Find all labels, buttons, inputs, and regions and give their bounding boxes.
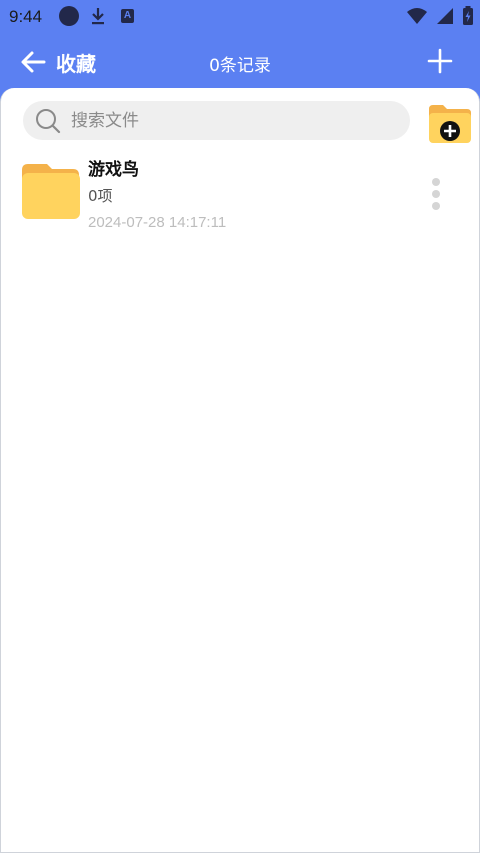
record-count: 0条记录 xyxy=(209,56,271,76)
wifi-icon xyxy=(406,7,428,29)
search-bar[interactable] xyxy=(23,101,410,140)
folder-icon xyxy=(22,164,80,219)
item-count: 0项 xyxy=(88,187,113,205)
status-bar: 9:44 A xyxy=(0,0,480,34)
app-bar: 收藏 0条记录 xyxy=(0,34,480,90)
more-vertical-icon xyxy=(432,178,440,186)
more-vertical-icon-dot xyxy=(432,202,440,210)
plus-icon xyxy=(427,48,453,74)
list-item[interactable]: 游戏鸟 0项 2024-07-28 14:17:11 xyxy=(1,152,480,238)
download-icon xyxy=(91,7,105,29)
folder-add-icon xyxy=(429,105,471,143)
status-time: 9:44 xyxy=(9,7,43,26)
translate-icon: A xyxy=(121,9,134,23)
signal-icon xyxy=(436,7,454,29)
search-input[interactable] xyxy=(71,101,391,140)
add-button[interactable] xyxy=(426,47,454,75)
new-folder-button[interactable] xyxy=(427,103,473,145)
more-button[interactable] xyxy=(424,174,448,214)
item-date: 2024-07-28 14:17:11 xyxy=(88,214,227,231)
circle-icon xyxy=(59,6,79,26)
battery-charging-icon xyxy=(462,6,474,30)
search-icon xyxy=(36,109,61,134)
status-right xyxy=(406,6,474,30)
more-vertical-icon-dot xyxy=(432,190,440,198)
item-name: 游戏鸟 xyxy=(88,160,139,180)
content-sheet: 游戏鸟 0项 2024-07-28 14:17:11 xyxy=(0,88,480,853)
